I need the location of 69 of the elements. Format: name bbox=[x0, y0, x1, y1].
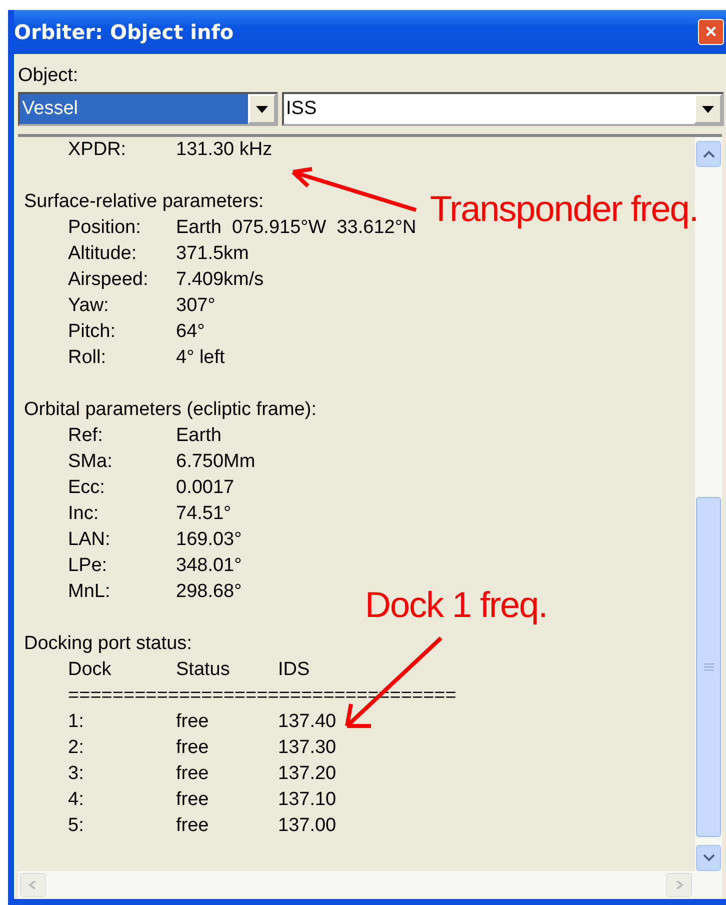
caret-down-icon bbox=[702, 854, 714, 862]
caret-up-icon bbox=[702, 150, 714, 158]
parameter-label: Roll: bbox=[68, 346, 106, 370]
table-cell-text: 137.10 bbox=[278, 788, 336, 812]
window-title: Orbiter: Object info bbox=[14, 20, 234, 44]
section-heading: Surface-relative parameters: bbox=[24, 190, 264, 214]
parameter-value: 307° bbox=[176, 294, 216, 318]
column-header: IDS bbox=[278, 658, 310, 682]
column-header: Status bbox=[176, 658, 230, 682]
parameter-label: LPe: bbox=[68, 554, 108, 578]
table-cell-text: free bbox=[176, 736, 209, 760]
object-type-dropdown[interactable]: Vessel bbox=[18, 92, 278, 126]
caret-down-icon bbox=[256, 106, 268, 112]
table-cell-text: free bbox=[176, 788, 209, 812]
table-cell-text: 3: bbox=[68, 762, 84, 786]
parameter-label: XPDR: bbox=[68, 138, 126, 162]
table-cell-text: 137.20 bbox=[278, 762, 336, 786]
scroll-up-button[interactable] bbox=[696, 141, 721, 167]
scroll-thumb[interactable] bbox=[696, 497, 721, 837]
annotation-text: Transponder freq. bbox=[430, 188, 698, 230]
parameter-label: LAN: bbox=[68, 528, 110, 552]
table-cell-text: 1: bbox=[68, 710, 84, 734]
table-cell-text: 2: bbox=[68, 736, 84, 760]
parameter-value: 64° bbox=[176, 320, 205, 344]
scroll-down-button[interactable] bbox=[696, 845, 721, 871]
parameter-label: SMa: bbox=[68, 450, 112, 474]
parameter-label: Ref: bbox=[68, 424, 103, 448]
parameter-value: 169.03° bbox=[176, 528, 242, 552]
dropdown-button[interactable] bbox=[694, 94, 722, 124]
parameter-label: Ecc: bbox=[68, 476, 105, 500]
parameter-label: Pitch: bbox=[68, 320, 116, 344]
section-heading: Orbital parameters (ecliptic frame): bbox=[24, 398, 316, 422]
scroll-left-button[interactable] bbox=[20, 873, 46, 897]
parameter-value: 371.5km bbox=[176, 242, 249, 266]
parameter-value: 74.51° bbox=[176, 502, 232, 526]
object-label: Object: bbox=[18, 64, 80, 88]
table-cell-text: free bbox=[176, 814, 209, 838]
table-cell-text: 137.30 bbox=[278, 736, 336, 760]
parameter-value: Earth bbox=[176, 424, 222, 448]
annotation-text: Dock 1 freq. bbox=[365, 584, 548, 626]
grip-icon bbox=[704, 663, 714, 671]
parameter-value: 298.68° bbox=[176, 580, 242, 604]
parameter-value: 6.750Mm bbox=[176, 450, 256, 474]
object-name-dropdown[interactable]: ISS bbox=[282, 92, 724, 126]
parameter-value: Earth 075.915°W 33.612°N bbox=[176, 216, 416, 240]
parameter-value: 4° left bbox=[176, 346, 225, 370]
parameter-label: Yaw: bbox=[68, 294, 109, 318]
caret-down-icon bbox=[702, 106, 714, 112]
vertical-scrollbar[interactable] bbox=[695, 137, 722, 871]
table-cell-text: 137.40 bbox=[278, 710, 336, 734]
parameter-value: 7.409km/s bbox=[176, 268, 264, 292]
parameter-value: 0.0017 bbox=[176, 476, 234, 500]
table-cell-text: 5: bbox=[68, 814, 84, 838]
parameter-label: Inc: bbox=[68, 502, 99, 526]
parameter-value: 348.01° bbox=[176, 554, 242, 578]
parameter-label: Airspeed: bbox=[68, 268, 148, 292]
parameter-label: MnL: bbox=[68, 580, 110, 604]
table-cell-text: free bbox=[176, 762, 209, 786]
horizontal-scrollbar[interactable] bbox=[18, 871, 722, 899]
table-cell-text: 4: bbox=[68, 788, 84, 812]
parameter-value: 131.30 kHz bbox=[176, 138, 272, 162]
section-heading: Docking port status: bbox=[24, 632, 192, 656]
close-button[interactable]: × bbox=[698, 19, 724, 45]
table-cell-text: free bbox=[176, 710, 209, 734]
parameter-label: Altitude: bbox=[68, 242, 137, 266]
dropdown-button[interactable] bbox=[248, 94, 276, 124]
parameter-label: Position: bbox=[68, 216, 141, 240]
table-cell-text: 137.00 bbox=[278, 814, 336, 838]
column-header: Dock bbox=[68, 658, 112, 682]
